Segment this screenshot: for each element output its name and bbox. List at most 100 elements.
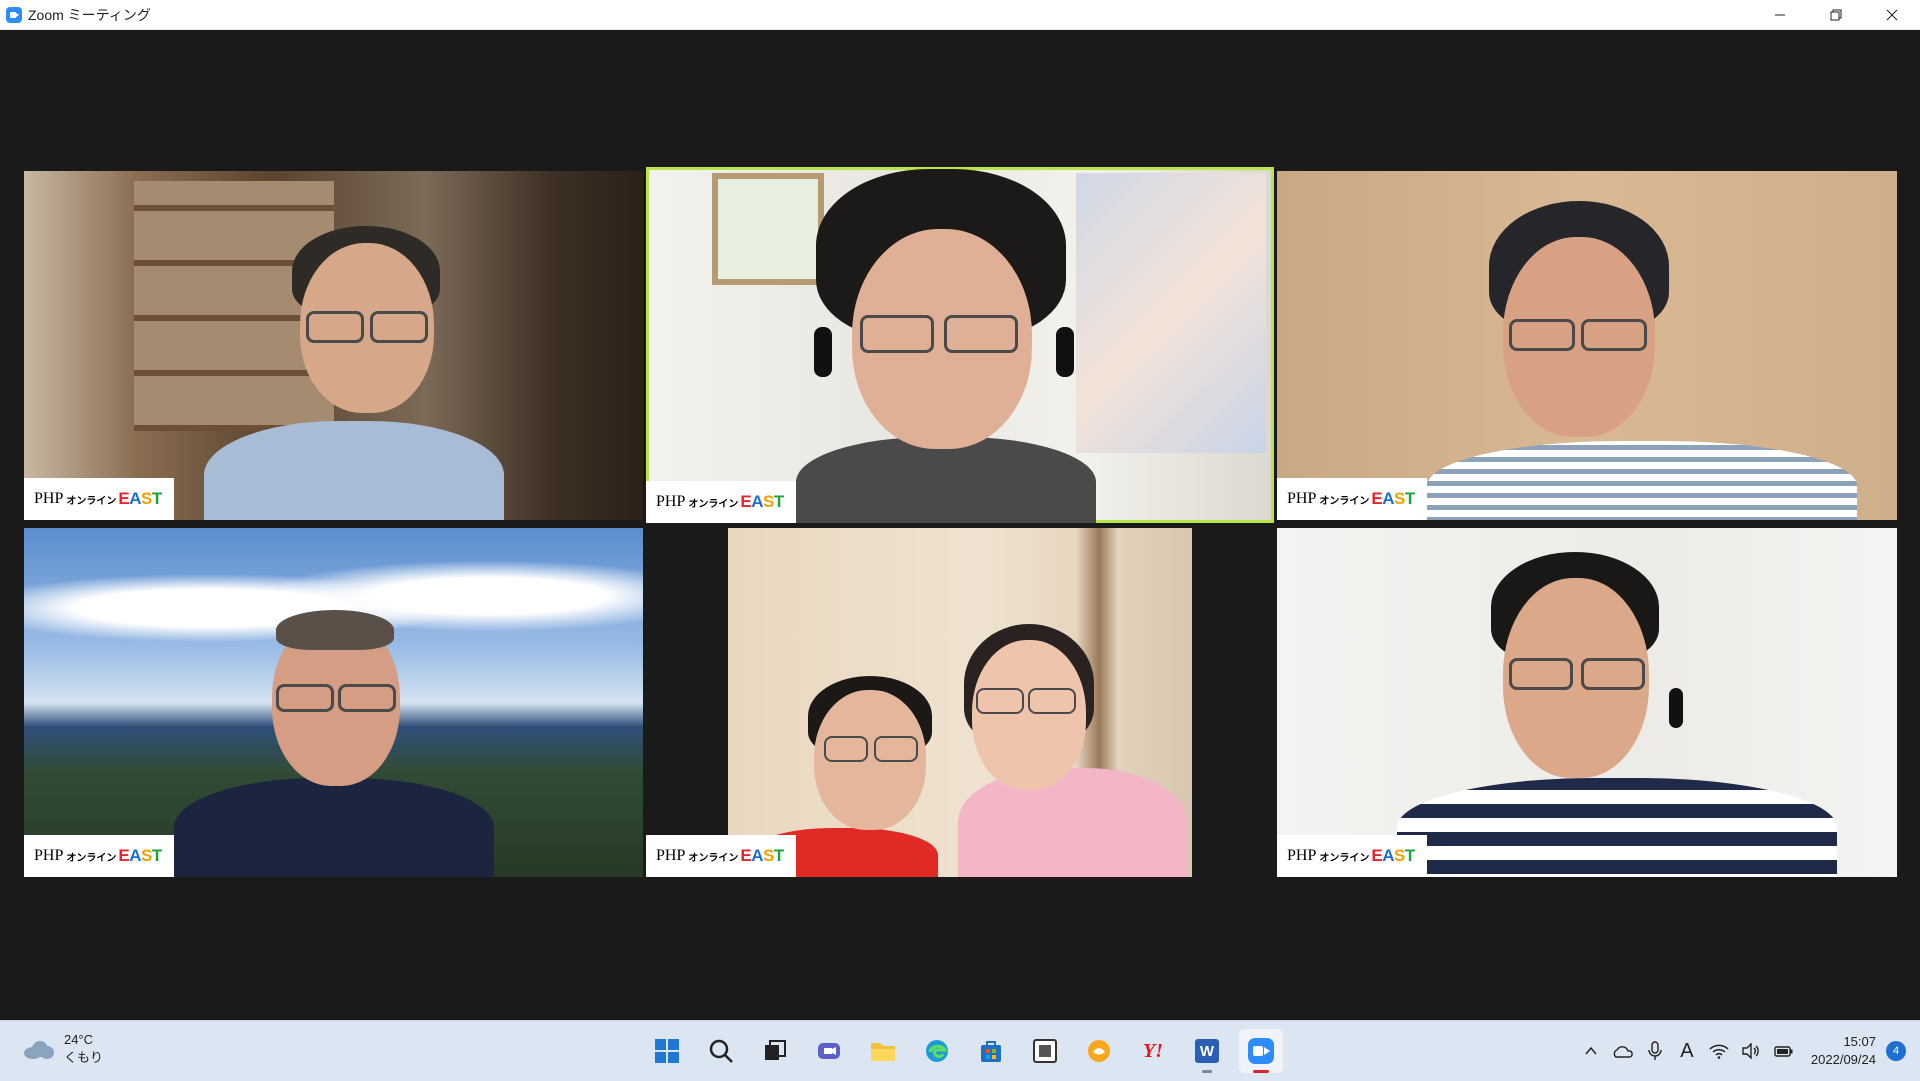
glasses — [370, 311, 428, 343]
close-button[interactable] — [1864, 0, 1920, 29]
video-tile[interactable]: PHP オンライン EAST — [1277, 171, 1897, 520]
east-logo: EAST — [1371, 846, 1415, 865]
wall-decor — [1076, 173, 1266, 453]
restore-button[interactable] — [1808, 0, 1864, 29]
file-explorer-button[interactable] — [861, 1029, 905, 1073]
person-hair — [276, 610, 394, 650]
store-icon — [981, 1041, 1001, 1062]
app-icon-orange — [1088, 1040, 1110, 1062]
glasses — [276, 684, 334, 712]
video-gallery: PHP オンライン EAST PHP オンライン EAST PHP オンライン … — [0, 30, 1920, 1020]
search-button[interactable] — [699, 1029, 743, 1073]
chat-icon — [818, 1043, 840, 1059]
show-hidden-icons-button[interactable] — [1577, 1037, 1605, 1065]
system-tray: A 15:07 2022/09/24 4 — [1575, 1021, 1920, 1081]
orange-app-button[interactable] — [1077, 1029, 1121, 1073]
close-icon — [1886, 9, 1898, 20]
east-logo: EAST — [740, 492, 784, 511]
picture-frame — [712, 173, 824, 285]
chat-button[interactable] — [807, 1029, 851, 1073]
ime-icon: A — [1680, 1039, 1694, 1062]
glasses — [1581, 319, 1647, 351]
word-button[interactable]: W — [1185, 1029, 1229, 1073]
microphone-button[interactable] — [1641, 1037, 1669, 1065]
onedrive-button[interactable] — [1609, 1037, 1637, 1065]
headset — [1669, 688, 1683, 728]
east-logo: EAST — [740, 846, 784, 865]
glasses — [874, 736, 918, 762]
video-tile[interactable]: PHP オンライン EAST — [646, 528, 1274, 877]
running-indicator — [1253, 1070, 1269, 1073]
glasses — [1509, 319, 1575, 351]
window-title: Zoom ミーティング — [28, 6, 151, 23]
minimize-icon — [1775, 14, 1785, 15]
wifi-button[interactable] — [1705, 1037, 1733, 1065]
start-button[interactable] — [645, 1029, 689, 1073]
ime-button[interactable]: A — [1673, 1037, 1701, 1065]
word-icon-letter: W — [1199, 1042, 1215, 1060]
store-button[interactable] — [969, 1029, 1013, 1073]
glasses — [824, 736, 868, 762]
battery-button[interactable] — [1769, 1037, 1797, 1065]
mother-face — [972, 640, 1086, 790]
weather-condition: くもり — [64, 1050, 104, 1065]
participant-label: PHP オンライン EAST — [24, 478, 174, 520]
video-tile[interactable]: PHP オンライン EAST — [1277, 528, 1897, 877]
volume-button[interactable] — [1737, 1037, 1765, 1065]
east-logo: EAST — [1371, 489, 1415, 508]
zoom-app-icon — [6, 6, 22, 23]
wifi-icon — [1709, 1044, 1729, 1059]
video-feed — [728, 528, 1192, 877]
task-view-icon — [765, 1040, 786, 1060]
weather-temp: 24°C — [64, 1032, 94, 1047]
battery-icon — [1774, 1046, 1793, 1057]
window-controls — [1752, 0, 1920, 29]
clock-time: 15:07 — [1843, 1034, 1876, 1049]
zoom-icon — [1248, 1038, 1274, 1064]
person-body — [1427, 441, 1857, 520]
participant-label: PHP オンライン EAST — [24, 835, 174, 877]
taskbar-apps: Y! W — [640, 1029, 1288, 1073]
video-tile[interactable]: PHP オンライン EAST — [24, 171, 643, 520]
app-icon — [1033, 1039, 1057, 1063]
person-body — [1397, 778, 1837, 877]
search-icon — [709, 1039, 733, 1063]
cloud-icon — [24, 1039, 54, 1059]
glasses — [976, 688, 1024, 714]
mother-body — [958, 768, 1188, 877]
video-tile[interactable]: PHP オンライン EAST — [24, 528, 643, 877]
running-indicator — [1202, 1070, 1212, 1073]
edge-button[interactable] — [915, 1029, 959, 1073]
east-logo: EAST — [118, 846, 162, 865]
windows-start-icon — [655, 1039, 679, 1063]
notification-badge[interactable]: 4 — [1886, 1041, 1906, 1061]
zoom-button[interactable] — [1239, 1029, 1283, 1073]
glasses — [860, 315, 934, 353]
minimize-button[interactable] — [1752, 0, 1808, 29]
participant-label: PHP オンライン EAST — [1277, 478, 1427, 520]
person-body — [796, 437, 1096, 523]
glasses — [944, 315, 1018, 353]
edge-icon — [926, 1040, 948, 1062]
clock-date: 2022/09/24 — [1810, 1052, 1876, 1067]
participant-label: PHP オンライン EAST — [646, 835, 796, 877]
yahoo-button[interactable]: Y! — [1131, 1029, 1175, 1073]
title-bar: Zoom ミーティング — [0, 0, 1920, 30]
video-tile-active-speaker[interactable]: PHP オンライン EAST — [646, 167, 1274, 523]
glasses — [1509, 658, 1573, 690]
glasses — [1581, 658, 1645, 690]
person-body — [174, 778, 494, 877]
word-icon: W — [1195, 1039, 1219, 1063]
participant-label: PHP オンライン EAST — [1277, 835, 1427, 877]
clock[interactable]: 15:07 2022/09/24 — [1811, 1033, 1876, 1069]
weather-widget[interactable]: 24°C くもり — [24, 1031, 103, 1067]
task-view-button[interactable] — [753, 1029, 797, 1073]
glasses — [306, 311, 364, 343]
east-logo: EAST — [118, 489, 162, 508]
person-body — [204, 421, 504, 520]
mic-icon — [1648, 1041, 1662, 1060]
app-button[interactable] — [1023, 1029, 1067, 1073]
volume-icon — [1742, 1043, 1759, 1059]
participant-label: PHP オンライン EAST — [646, 481, 796, 523]
notification-count: 4 — [1892, 1045, 1900, 1057]
